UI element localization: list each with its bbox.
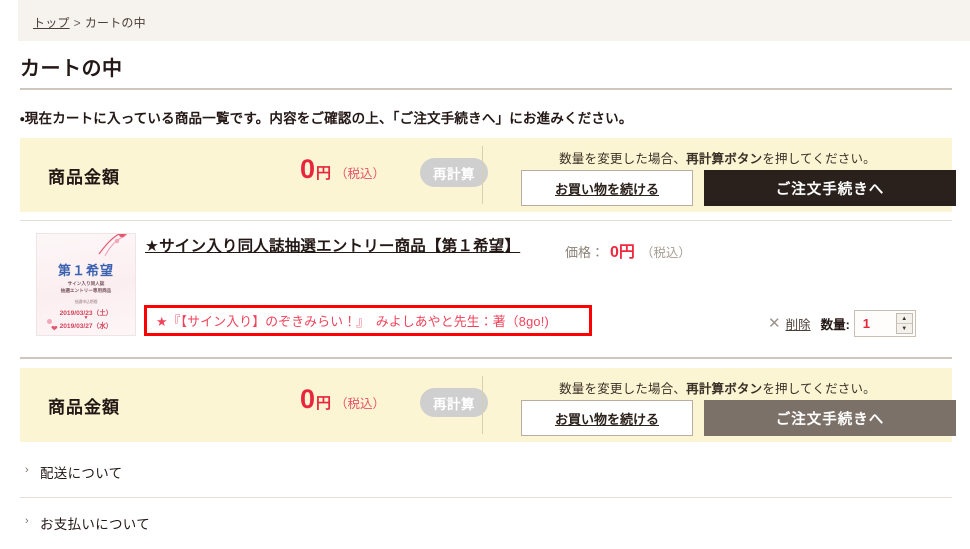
- thumbnail-subtitle: サイン入り同人誌 抽選エントリー専用商品: [37, 281, 135, 295]
- thumbnail-period-label: 抽選申込期間: [74, 300, 98, 304]
- amount-yen-top: 円: [316, 165, 332, 182]
- recalc-note-bold-bottom: 再計算ボタン: [686, 382, 763, 396]
- summary-button-row-bottom: お買い物を続ける ご注文手続きへ: [521, 400, 956, 436]
- recalculate-button-top[interactable]: 再計算: [420, 158, 488, 187]
- breadcrumb: トップ > カートの中: [33, 14, 146, 31]
- product-price-tax-note: （税込）: [640, 246, 691, 260]
- summary-left-top: 商品金額 0 円 （税込） 再計算: [20, 138, 488, 212]
- amount-group-bottom: 0 円 （税込）: [300, 386, 385, 413]
- amount-yen-bottom: 円: [316, 395, 332, 412]
- cart-summary-bar-bottom: 商品金額 0 円 （税込） 再計算 数量を変更した場合、再計算ボタンを押してくだ…: [20, 368, 956, 442]
- amount-number-bottom: 0: [300, 384, 316, 414]
- quantity-controls: ✕ 削除 数量: 1 ▲ ▼: [768, 310, 916, 337]
- product-row-divider-bottom: [20, 357, 952, 359]
- recalc-note-bold-top: 再計算ボタン: [686, 152, 763, 166]
- breadcrumb-band: トップ > カートの中: [18, 0, 970, 41]
- quantity-input[interactable]: 1 ▲ ▼: [853, 310, 916, 337]
- product-row-divider-top: [20, 220, 952, 221]
- amount-tax-note-top: （税込）: [335, 167, 386, 181]
- quantity-value: 1: [862, 316, 870, 331]
- summary-button-row-top: お買い物を続ける ご注文手続きへ: [521, 170, 956, 206]
- product-price-label: 価格：: [565, 245, 605, 260]
- recalculate-note-bottom: 数量を変更した場合、再計算ボタンを押してください。: [483, 378, 952, 397]
- amount-label-top: 商品金額: [48, 168, 120, 187]
- accordion-item-shipping[interactable]: › 配送について: [20, 448, 952, 498]
- recalc-note-suffix-bottom: を押してください。: [762, 382, 876, 396]
- recalc-note-prefix-bottom: 数量を変更した場合、: [559, 382, 687, 396]
- accordion-divider: [20, 497, 952, 498]
- ribbon-icon: [98, 234, 127, 257]
- close-icon[interactable]: ✕: [768, 316, 781, 331]
- summary-left-bottom: 商品金額 0 円 （税込） 再計算: [20, 368, 488, 442]
- cart-summary-bar-top: 商品金額 0 円 （税込） 再計算 数量を変更した場合、再計算ボタンを押してくだ…: [20, 138, 956, 212]
- breadcrumb-home-link[interactable]: トップ: [33, 16, 70, 30]
- thumbnail-sub-line1: サイン入り同人誌: [67, 281, 105, 286]
- heart-icon: ❤: [51, 324, 58, 333]
- product-thumbnail[interactable]: 第１希望 サイン入り同人誌 抽選エントリー専用商品 抽選申込期間 2019/03/…: [36, 233, 136, 336]
- quantity-label: 数量:: [820, 318, 850, 332]
- product-variant-highlight-box: ★『【サイン入り】のぞきみらい！』 みよしあやと先生：著（8go!): [144, 305, 592, 336]
- continue-shopping-button-bottom[interactable]: お買い物を続ける: [521, 400, 693, 436]
- recalc-note-suffix-top: を押してください。: [762, 152, 876, 166]
- cart-page: トップ > カートの中 カートの中 ・現在カートに入っている商品一覧です。内容をご確…: [0, 0, 970, 549]
- cart-item-row: 第１希望 サイン入り同人誌 抽選エントリー専用商品 抽選申込期間 2019/03/…: [20, 222, 952, 352]
- continue-shopping-button-top[interactable]: お買い物を続ける: [521, 170, 693, 206]
- product-variant-text: ★『【サイン入り】のぞきみらい！』 みよしあやと先生：著（8go!): [156, 314, 549, 329]
- chevron-right-icon: ›: [25, 515, 29, 527]
- lead-instruction-text: ・現在カートに入っている商品一覧です。内容をご確認の上、「ご注文手続きへ」にお進…: [20, 111, 633, 126]
- summary-right-top: 数量を変更した場合、再計算ボタンを押してください。 お買い物を続ける ご注文手続…: [483, 138, 956, 212]
- breadcrumb-current: カートの中: [84, 16, 146, 30]
- stepper-up-icon[interactable]: ▲: [896, 314, 912, 324]
- amount-number-top: 0: [300, 154, 316, 184]
- product-price-group: 価格： 0円 （税込）: [565, 238, 691, 262]
- page-title: カートの中: [20, 58, 123, 80]
- recalculate-note-top: 数量を変更した場合、再計算ボタンを押してください。: [483, 148, 952, 167]
- breadcrumb-separator: >: [73, 16, 81, 30]
- product-price-value: 0円: [610, 244, 635, 261]
- product-title-link[interactable]: ★サイン入り同人誌抽選エントリー商品【第１希望】: [145, 234, 545, 259]
- recalc-note-prefix-top: 数量を変更した場合、: [559, 152, 687, 166]
- recalculate-button-bottom[interactable]: 再計算: [420, 388, 488, 417]
- delete-item-link[interactable]: 削除: [786, 314, 811, 333]
- thumbnail-sub-line2: 抽選エントリー専用商品: [60, 287, 112, 293]
- stepper-down-icon[interactable]: ▼: [897, 324, 912, 333]
- title-divider: [20, 88, 952, 90]
- accordion-item-label: お支払いについて: [40, 517, 150, 532]
- accordion-item-label: 配送について: [40, 466, 123, 481]
- amount-group-top: 0 円 （税込）: [300, 156, 385, 183]
- accordion-item-payment[interactable]: › お支払いについて: [20, 499, 952, 549]
- amount-tax-note-bottom: （税込）: [335, 397, 386, 411]
- summary-right-bottom: 数量を変更した場合、再計算ボタンを押してください。 お買い物を続ける ご注文手続…: [483, 368, 956, 442]
- thumbnail-rank-text: 第１希望: [57, 263, 114, 278]
- quantity-stepper[interactable]: ▲ ▼: [895, 313, 913, 334]
- checkout-button-bottom[interactable]: ご注文手続きへ: [704, 400, 956, 436]
- checkout-button-top[interactable]: ご注文手続きへ: [704, 170, 956, 206]
- chevron-right-icon: ›: [25, 464, 29, 476]
- amount-label-bottom: 商品金額: [48, 398, 120, 417]
